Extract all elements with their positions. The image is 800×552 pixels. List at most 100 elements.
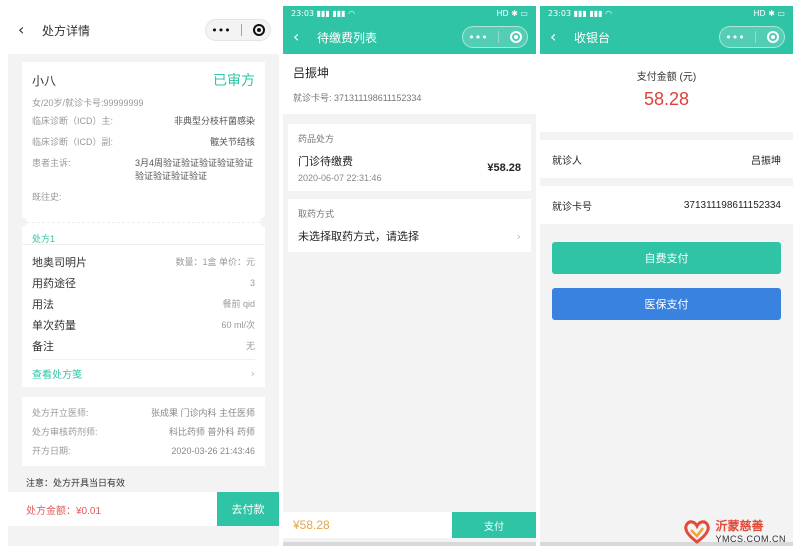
drug-row: 用药途径 3: [32, 272, 255, 293]
drug-label: 单次药量: [32, 319, 76, 332]
info-row: 既往史:: [32, 191, 255, 204]
more-icon[interactable]: •••: [468, 31, 487, 44]
prescription-detail-screen: ‹ 处方详情 ••• 小八 已审方 女/20岁/就诊卡号:99999999 临床…: [8, 6, 279, 546]
drug-row: 用法 餐前 qid: [32, 293, 255, 314]
info-label: 既往史:: [32, 192, 62, 202]
chevron-left-icon[interactable]: ‹: [550, 29, 570, 45]
payment-bar: ¥58.28 支付: [283, 512, 536, 538]
drug-label: 备注: [32, 340, 54, 353]
patient-row: 就诊人 吕振坤: [540, 140, 793, 178]
home-indicator: [283, 542, 536, 546]
item-price: ¥58.28: [487, 162, 521, 174]
amount-value: 58.28: [643, 89, 690, 109]
signature-row: 处方审核药剂师: 科比药师 普外科 药师: [32, 422, 255, 441]
card-number-row: 就诊卡号 371311198611152334: [540, 186, 793, 224]
patient-subinfo: 女/20岁/就诊卡号:99999999: [32, 98, 144, 108]
navbar: ‹ 收银台 •••: [540, 20, 793, 54]
status-right: HD ✱ ▭: [753, 8, 785, 18]
section-label: 药品处方: [298, 134, 335, 144]
signature-label: 开方日期:: [32, 446, 71, 456]
patient-name: 吕振坤: [293, 66, 330, 80]
view-prescription-link[interactable]: 查看处方笺 ›: [32, 359, 255, 387]
pay-button[interactable]: 支付: [452, 512, 536, 538]
patient-info-card: 小八 已审方 女/20岁/就诊卡号:99999999 临床诊断（ICD）主: 非…: [17, 62, 270, 227]
drug-value: 3: [249, 277, 255, 288]
section-label: 取药方式: [298, 209, 335, 219]
signature-value: 2020-03-26 21:43:46: [171, 445, 255, 456]
drug-value: 无: [245, 341, 255, 351]
status-bar: 23:03 ▮▮▮ ▮▮▮ ◠ HD ✱ ▭: [283, 6, 536, 20]
drug-name: 地奥司明片: [32, 256, 87, 269]
info-label: 临床诊断（ICD）主:: [32, 116, 114, 126]
info-label: 患者主诉:: [32, 158, 71, 168]
status-left: 23:03 ▮▮▮ ▮▮▮ ◠: [548, 8, 613, 18]
signature-row: 处方开立医师: 张成果 门诊内科 主任医师: [32, 403, 255, 422]
chevron-right-icon: ›: [250, 367, 255, 380]
page-title: 处方详情: [42, 23, 91, 38]
chevron-right-icon: ›: [516, 229, 521, 243]
row-value: 371311198611152334: [683, 199, 781, 211]
close-target-icon[interactable]: [252, 24, 265, 36]
cashier-screen: 23:03 ▮▮▮ ▮▮▮ ◠ HD ✱ ▭ ‹ 收银台 ••• 支付金额 (元…: [540, 6, 793, 546]
card-number: 就诊卡号: 371311198611152334: [293, 93, 422, 103]
drug-row: 地奥司明片 数量：1盒 单价：元: [32, 251, 255, 272]
page-title: 待缴费列表: [317, 30, 378, 45]
total-amount: ¥58.28: [293, 518, 330, 532]
signature-value: 科比药师 普外科 药师: [168, 427, 255, 437]
navbar: ‹ 待缴费列表 •••: [283, 20, 536, 54]
heart-logo-icon: [683, 519, 710, 544]
drug-label: 用法: [32, 298, 54, 311]
amount-panel: 支付金额 (元) 58.28: [540, 54, 793, 132]
row-value: 吕振坤: [751, 155, 781, 167]
ticket-notch: [17, 217, 27, 227]
prescription-tabs: 处方1: [22, 222, 265, 250]
payment-bar: 处方金额：¥0.01 去付款: [8, 492, 279, 526]
watermark-cn: 沂蒙慈善: [715, 519, 764, 533]
signature-card: 处方开立医师: 张成果 门诊内科 主任医师 处方审核药剂师: 科比药师 普外科 …: [22, 397, 265, 466]
insurance-pay-button[interactable]: 医保支付: [552, 288, 781, 320]
drug-value: 60 ml/次: [221, 320, 255, 330]
status-right: HD ✱ ▭: [496, 8, 528, 18]
chevron-left-icon[interactable]: ‹: [293, 29, 313, 45]
more-icon[interactable]: •••: [725, 31, 744, 44]
close-target-icon[interactable]: [766, 31, 779, 43]
item-title: 门诊待缴费: [298, 156, 353, 168]
signature-value: 张成果 门诊内科 主任医师: [150, 408, 255, 418]
pickup-method-section: 取药方式 未选择取药方式，请选择 ›: [288, 199, 531, 252]
drug-spec: 数量：1盒 单价：元: [175, 257, 255, 267]
row-label: 就诊卡号: [552, 201, 592, 213]
status-left: 23:03 ▮▮▮ ▮▮▮ ◠: [291, 8, 356, 18]
capsule-divider: [241, 24, 243, 36]
signature-row: 开方日期: 2020-03-26 21:43:46: [32, 441, 255, 460]
drug-row: 备注 无: [32, 335, 255, 356]
mini-program-capsule: •••: [719, 26, 785, 48]
prescription-amount: 处方金额：¥0.01: [26, 505, 102, 517]
pickup-method-select[interactable]: 未选择取药方式，请选择 ›: [298, 228, 521, 244]
status-bar: 23:03 ▮▮▮ ▮▮▮ ◠ HD ✱ ▭: [540, 6, 793, 20]
watermark-en: YMCS.COM.CN: [715, 534, 786, 544]
watermark: 沂蒙慈善 YMCS.COM.CN: [682, 517, 787, 544]
list-item[interactable]: 门诊待缴费 2020-06-07 22:31:46 ¥58.28: [298, 153, 521, 183]
chevron-left-icon[interactable]: ‹: [18, 22, 38, 38]
item-time: 2020-06-07 22:31:46: [298, 173, 382, 183]
mini-program-capsule: •••: [205, 19, 271, 41]
amount-label: 支付金额 (元): [636, 72, 697, 83]
prescription-section: 药品处方 门诊待缴费 2020-06-07 22:31:46 ¥58.28: [288, 124, 531, 191]
capsule-divider: [755, 31, 757, 43]
drug-label: 用药途径: [32, 277, 76, 290]
ticket-notch: [260, 217, 270, 227]
page-title: 收银台: [574, 30, 611, 45]
more-icon[interactable]: •••: [211, 24, 230, 37]
drug-card: 地奥司明片 数量：1盒 单价：元 用药途径 3 用法 餐前 qid 单次药量 6…: [22, 244, 265, 387]
view-prescription-label[interactable]: 查看处方笺: [32, 366, 82, 381]
pickup-method-value: 未选择取药方式，请选择: [298, 231, 419, 243]
go-pay-button[interactable]: 去付款: [217, 492, 279, 526]
close-target-icon[interactable]: [509, 31, 522, 43]
pending-payment-screen: 23:03 ▮▮▮ ▮▮▮ ◠ HD ✱ ▭ ‹ 待缴费列表 ••• 吕振坤 就…: [283, 6, 536, 546]
info-row: 患者主诉: 3月4周验证验证验证验证验证验证验证验证验证: [32, 157, 255, 183]
self-pay-button[interactable]: 自费支付: [552, 242, 781, 274]
signature-label: 处方审核药剂师:: [32, 427, 98, 437]
patient-card: 吕振坤 就诊卡号: 371311198611152334: [283, 54, 536, 114]
navbar: ‹ 处方详情 •••: [8, 6, 279, 54]
info-row: 临床诊断（ICD）主: 非典型分枝杆菌感染: [32, 115, 255, 128]
